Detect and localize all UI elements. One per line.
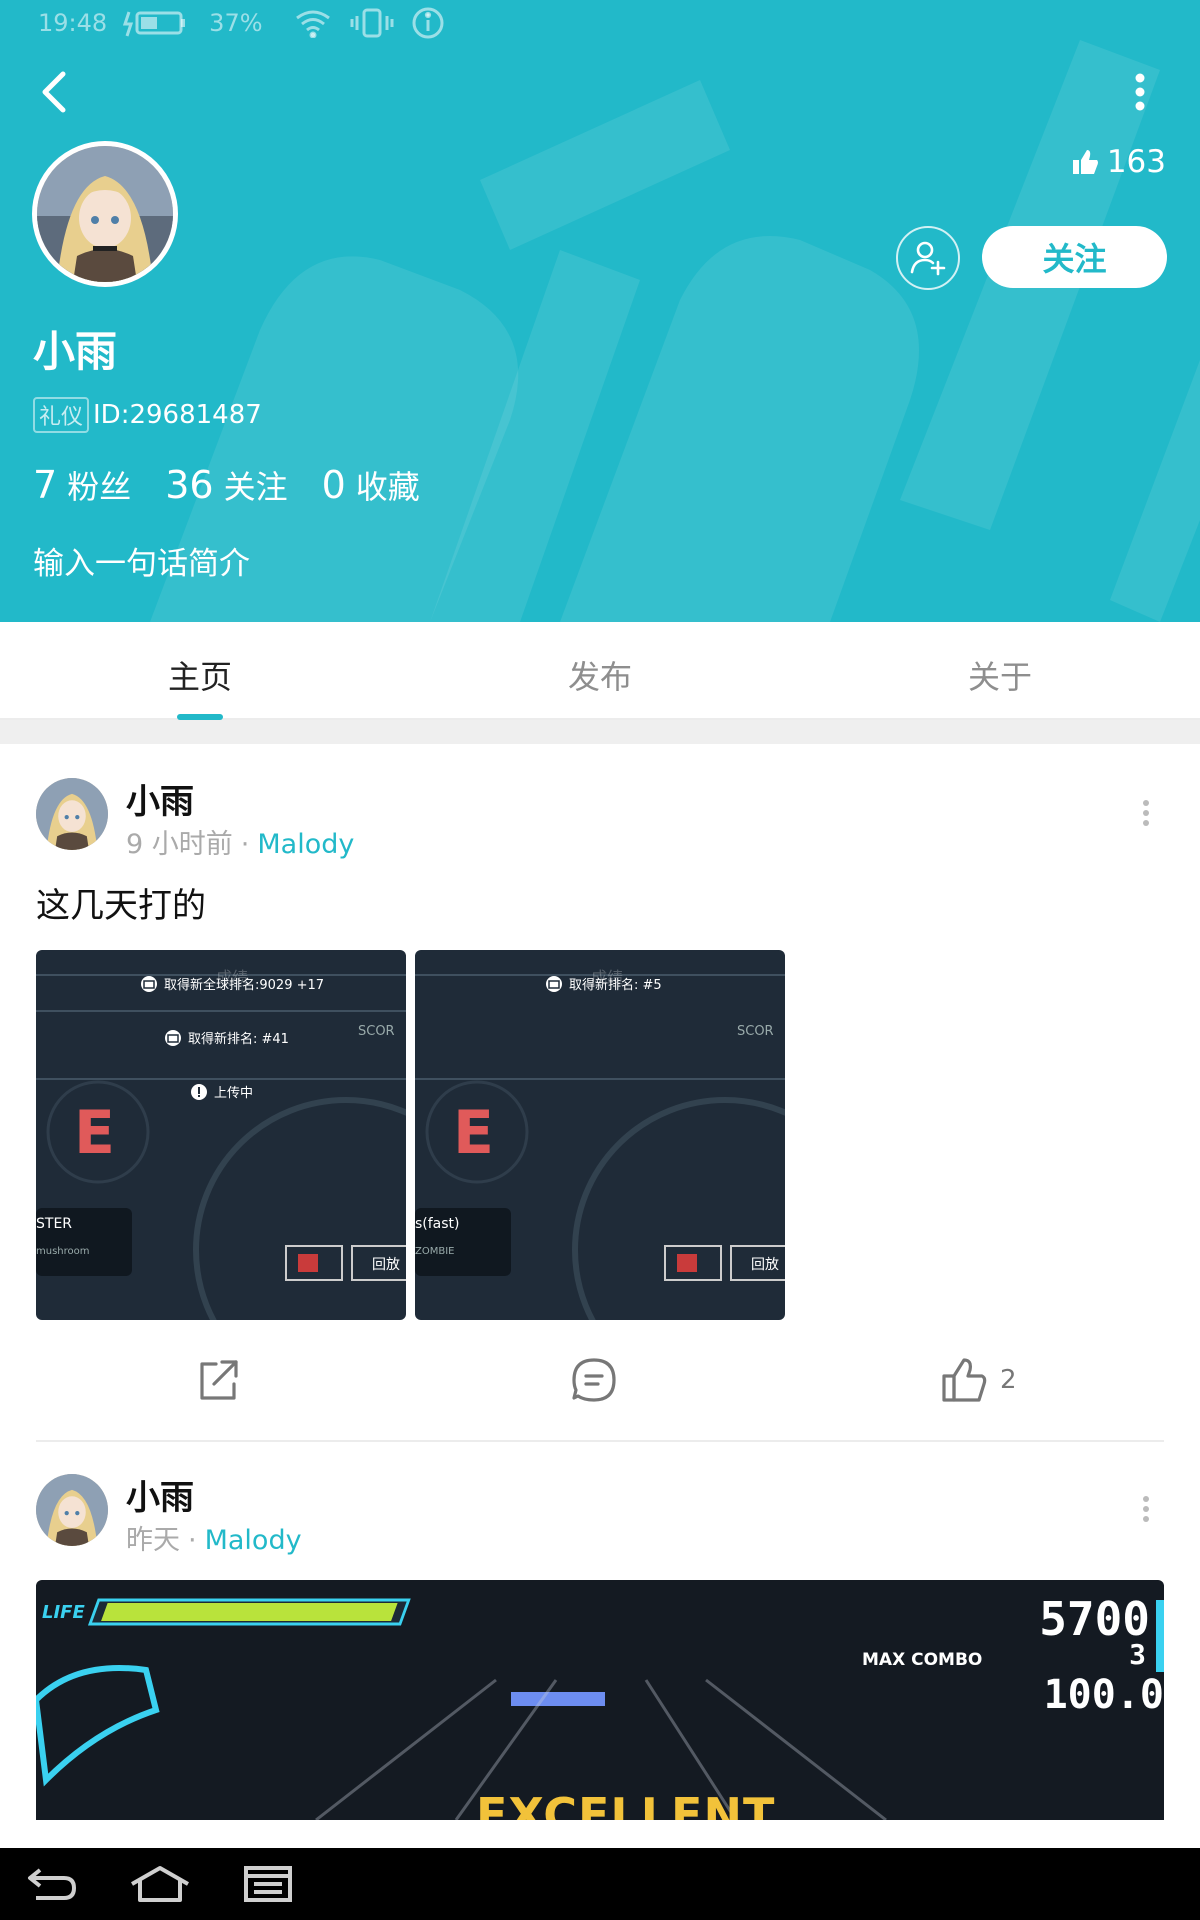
post-image[interactable]: 成绩 取得新排名: #5 SCOR E s(fast) ZOMBIE 回放 [415,950,785,1320]
add-friend-button[interactable] [896,226,960,290]
profile-name: 小雨 [33,327,118,376]
meta-separator: · [188,1525,197,1556]
judgement-text: EXCELLENT [476,1788,776,1820]
stat-value: 0 [321,463,346,507]
likes-count: 163 [1071,144,1166,180]
profile-tabs: 主页 发布 关于 [0,622,1200,720]
post-divider [36,1440,1164,1442]
likes-number: 163 [1106,144,1166,180]
post-meta: 9 小时前 · Malody [126,822,354,861]
info-icon [412,7,444,39]
back-button[interactable] [30,66,78,118]
vertical-dots-icon [1135,73,1145,111]
taptap-watermark [150,40,1200,622]
post-more-button[interactable] [1126,1484,1166,1534]
accuracy: 100.0 [1043,1672,1164,1718]
profile-header: 19:48 37% 163 关注 小雨 礼仪 ID:29681487 7 粉丝 … [0,0,1200,622]
stat-value: 7 [33,463,58,507]
etiquette-badge[interactable]: 礼仪 [33,397,90,433]
more-options-button[interactable] [1116,66,1164,118]
feed-post[interactable]: 小雨 昨天 · Malody LIFE 5700 MAX COMBO 3 100.0… [0,1444,1200,1848]
vertical-dots-icon [1143,1496,1149,1522]
rhythm-game-graphic [36,1598,1164,1820]
post-actions: 2 [0,1340,1200,1420]
post-header: 小雨 昨天 · Malody [36,1474,1166,1556]
stat-favorites[interactable]: 0 收藏 [322,462,420,508]
section-gap [0,720,1200,744]
post-avatar[interactable] [36,1474,108,1546]
song-label: STER [36,1216,73,1232]
meta-separator: · [240,829,250,860]
dial-graphic [36,1080,406,1320]
post-time: 9 小时前 [126,829,233,860]
tab-posts[interactable]: 发布 [400,622,800,718]
post-author[interactable]: 小雨 [126,1470,194,1519]
post-time: 昨天 [126,1525,180,1556]
post-image[interactable]: 成绩 取得新全球排名:9029 +17 取得新排名: #41 上传中 SCOR … [36,950,406,1320]
wifi-icon [295,10,330,38]
post-text: 这几天打的 [36,886,206,926]
combo-count: 3 [1129,1638,1146,1671]
anime-girl-avatar-image [36,778,108,850]
battery-percent: 37% [209,9,263,37]
add-user-icon [910,241,946,276]
user-id: ID:29681487 [93,400,262,430]
replay-button: 回放 [372,1257,400,1273]
post-author[interactable]: 小雨 [126,774,194,823]
back-nav-icon[interactable] [26,1864,78,1904]
recent-apps-nav-icon[interactable] [242,1864,294,1904]
thumbs-up-outline-icon [942,1358,987,1402]
post-image[interactable]: LIFE 5700 MAX COMBO 3 100.0 EXCELLENT [36,1580,1164,1820]
like-count: 2 [1000,1365,1017,1395]
anime-girl-avatar-image [37,146,173,282]
stat-label: 关注 [223,468,288,506]
replay-button: 回放 [751,1257,779,1273]
follow-button[interactable]: 关注 [982,226,1167,288]
post-more-button[interactable] [1126,788,1166,838]
stat-followers[interactable]: 7 粉丝 [33,462,131,508]
status-time: 19:48 [38,9,108,37]
thumbs-up-icon [1072,150,1098,174]
home-nav-icon[interactable] [128,1864,192,1904]
status-bar: 19:48 37% [0,0,1200,46]
stat-label: 粉丝 [67,468,132,506]
battery-icon [123,11,186,37]
life-label: LIFE [42,1602,85,1623]
song-label: s(fast) [415,1216,460,1232]
stat-value: 36 [165,463,214,507]
back-arrow-icon [42,71,66,113]
dial-graphic [415,1080,785,1320]
profile-avatar[interactable] [32,141,178,287]
system-nav-bar [0,1848,1200,1920]
share-button[interactable] [194,1340,242,1420]
post-source[interactable]: Malody [205,1525,302,1556]
anime-girl-avatar-image [36,1474,108,1546]
post-avatar[interactable] [36,778,108,850]
profile-bio[interactable]: 输入一句话简介 [33,538,250,583]
post-source[interactable]: Malody [257,829,354,860]
post-meta: 昨天 · Malody [126,1518,302,1557]
comment-button[interactable] [570,1340,618,1420]
share-icon [200,1360,238,1400]
song-artist: mushroom [36,1246,90,1257]
like-button[interactable]: 2 [940,1340,1017,1420]
comment-icon [572,1358,616,1402]
tab-about[interactable]: 关于 [800,622,1200,718]
vibrate-icon [350,8,394,38]
post-header: 小雨 9 小时前 · Malody [36,778,1166,860]
user-id-row: 礼仪 ID:29681487 [33,397,262,433]
max-combo-label: MAX COMBO [862,1650,983,1670]
profile-stats: 7 粉丝 36 关注 0 收藏 [33,462,420,508]
tab-home[interactable]: 主页 [0,622,400,720]
stat-label: 收藏 [355,468,420,506]
stat-following[interactable]: 36 关注 [165,462,287,508]
feed-post[interactable]: 小雨 9 小时前 · Malody 这几天打的 成绩 取得新全球排名:9029 +1… [0,744,1200,1444]
song-artist: ZOMBIE [415,1246,455,1257]
vertical-dots-icon [1143,800,1149,826]
